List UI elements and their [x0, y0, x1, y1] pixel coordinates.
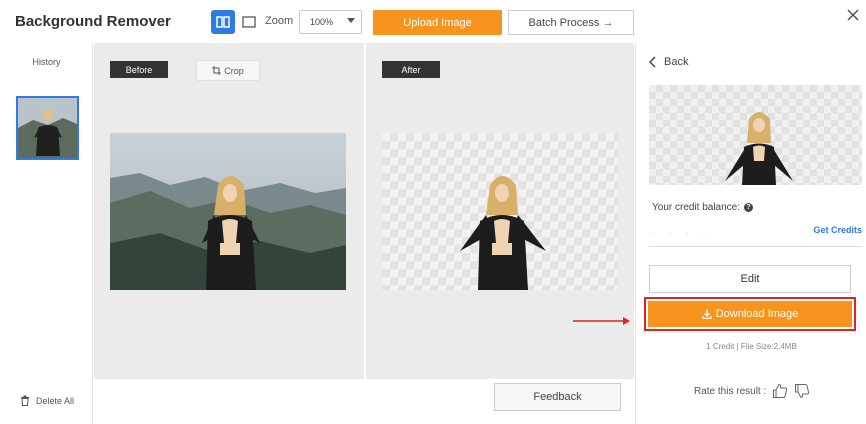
crop-button[interactable]: Crop	[196, 60, 260, 81]
rate-result: Rate this result :	[694, 383, 810, 399]
chevron-left-icon	[649, 56, 656, 68]
credit-balance-box: Your credit balance: ? · · · · Get Credi…	[649, 185, 862, 247]
download-image-button[interactable]: Download Image	[648, 301, 852, 327]
thumbnail-image	[18, 98, 77, 158]
top-bar: Background Remover Zoom 100% Upload Imag…	[0, 0, 866, 43]
back-label: Back	[664, 56, 689, 68]
back-button[interactable]: Back	[649, 56, 688, 68]
zoom-value: 100%	[310, 17, 334, 27]
result-preview	[649, 85, 862, 185]
history-thumbnail[interactable]	[16, 96, 79, 160]
after-image	[382, 133, 618, 290]
trash-icon	[21, 395, 29, 406]
delete-all-button[interactable]: Delete All	[20, 395, 74, 406]
split-view-toggle[interactable]	[211, 10, 235, 34]
single-view-icon	[242, 16, 256, 28]
history-sidebar: History Delete All	[0, 43, 93, 424]
zoom-label: Zoom	[265, 15, 294, 27]
crop-label: Crop	[224, 65, 244, 76]
get-credits-link[interactable]: Get Credits	[813, 225, 862, 235]
close-icon[interactable]	[845, 7, 861, 23]
credit-balance-label: Your credit balance:	[652, 202, 741, 213]
credit-balance-value: · · · ·	[652, 229, 712, 238]
crop-icon	[212, 66, 222, 75]
feedback-button[interactable]: Feedback	[494, 383, 621, 411]
zoom-select[interactable]: 100%	[299, 10, 362, 34]
history-label: History	[32, 57, 61, 67]
before-image	[110, 133, 346, 290]
after-pane: After	[366, 43, 634, 379]
help-icon[interactable]: ?	[744, 203, 754, 212]
batch-process-button[interactable]: Batch Process →	[508, 10, 634, 35]
chevron-down-icon	[347, 18, 355, 23]
result-panel: Back Your credit balance: ? · · · · Get …	[635, 43, 866, 424]
before-tag: Before	[110, 61, 168, 78]
download-label: Download Image	[715, 308, 799, 320]
rate-label: Rate this result :	[694, 385, 767, 397]
delete-all-label: Delete All	[36, 395, 75, 406]
single-view-toggle[interactable]	[237, 10, 261, 34]
thumbs-down-icon[interactable]	[794, 383, 810, 399]
edit-button[interactable]: Edit	[649, 265, 851, 293]
split-view-icon	[216, 16, 230, 28]
after-tag: After	[382, 61, 440, 78]
before-pane: Before Crop	[94, 43, 364, 379]
arrow-right-icon	[573, 317, 630, 325]
credit-balance: Your credit balance: ?	[652, 202, 754, 213]
upload-image-button[interactable]: Upload Image	[373, 10, 502, 35]
credit-file-info: 1 Credit | File Size:2.4MB	[706, 342, 797, 351]
app-title: Background Remover	[15, 13, 171, 30]
download-icon	[702, 309, 712, 319]
thumbs-up-icon[interactable]	[772, 383, 788, 399]
